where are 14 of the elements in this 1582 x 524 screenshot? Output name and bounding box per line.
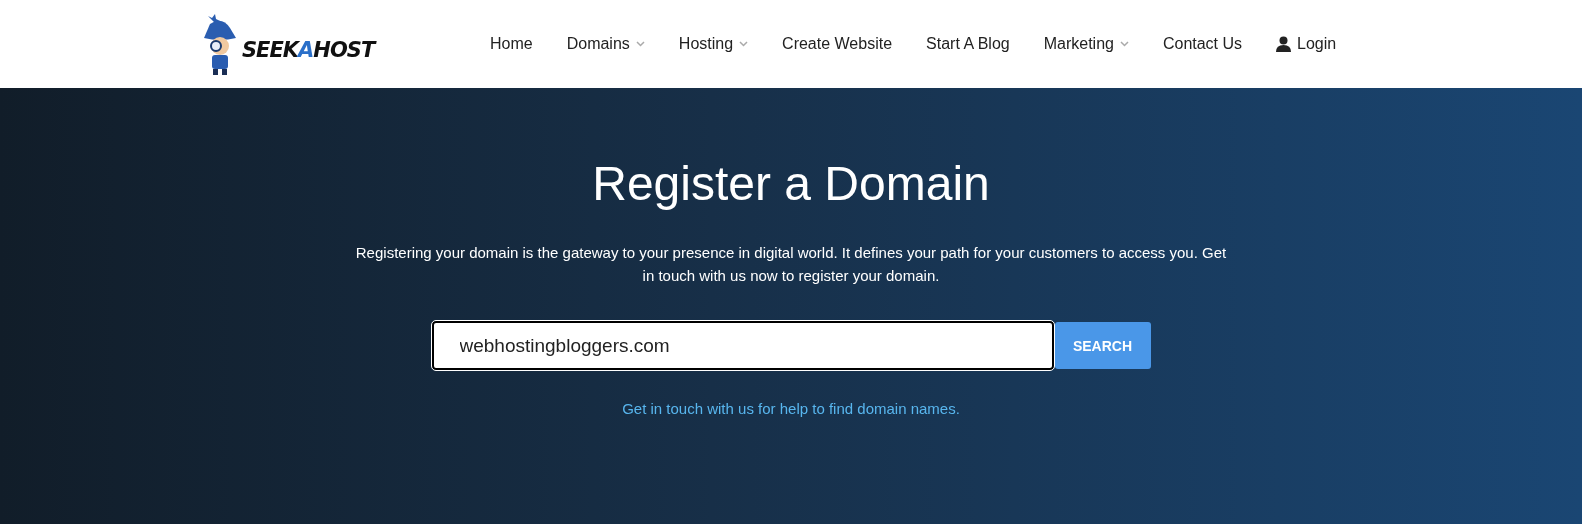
- nav-link[interactable]: Home: [490, 35, 533, 53]
- hero-description: Registering your domain is the gateway to your presence in digital world. It defines your path for your customers to access you. Get in touch with us now to register your domain.: [354, 243, 1228, 286]
- help-link[interactable]: Get in touch with us for help to find domain names.: [622, 400, 960, 417]
- nav-link[interactable]: Create Website: [782, 35, 893, 53]
- nav-link[interactable]: Marketing: [1043, 35, 1129, 53]
- domain-search-field[interactable]: webhostingbloggers.com: [431, 321, 1054, 370]
- nav-link[interactable]: Hosting: [678, 35, 749, 53]
- nav-link[interactable]: Start A Blog: [926, 35, 1010, 53]
- user-icon: [1276, 36, 1292, 52]
- logo-text[interactable]: SEEKAHOST: [242, 38, 375, 62]
- hero-title: Register a Domain: [592, 156, 990, 211]
- nav-link[interactable]: Contact Us: [1162, 35, 1243, 53]
- nav-link[interactable]: Login: [1276, 35, 1337, 53]
- nav-link[interactable]: Domains: [566, 35, 645, 53]
